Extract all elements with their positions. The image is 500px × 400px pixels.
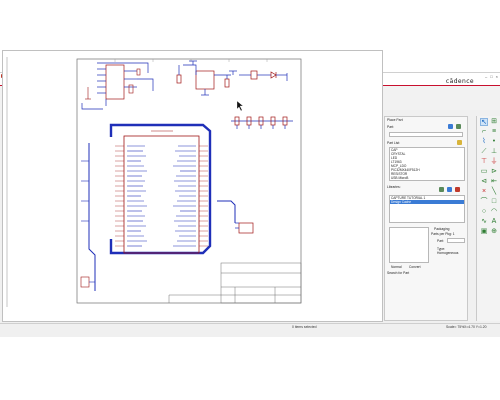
list-item[interactable]: USB MicroB — [390, 176, 464, 180]
place-part-panel: Place Part Part: Part List: CAP CRYSTAL … — [384, 116, 468, 321]
hierarchical-port-tool-icon[interactable]: ⊳ — [490, 168, 498, 176]
rectangle-tool-icon[interactable]: □ — [490, 198, 498, 206]
bus-entry-tool-icon[interactable]: ⟋ — [480, 148, 488, 156]
title-block — [168, 262, 302, 304]
part-list-label: Part List: — [387, 141, 401, 145]
close-button[interactable]: × — [496, 74, 498, 79]
part-input[interactable] — [389, 132, 463, 137]
polyline-tool-icon[interactable]: ⌒ — [480, 198, 488, 206]
search-for-part-toggle[interactable]: Search for Part — [387, 271, 409, 275]
zone-ticks — [114, 59, 268, 62]
panel-title: Place Part — [387, 118, 403, 122]
voltage-regulator — [176, 64, 231, 96]
refresh-icon[interactable] — [439, 187, 444, 192]
search-icon[interactable] — [456, 124, 461, 129]
bus-lines-thin — [88, 143, 236, 291]
libraries-label: Libraries: — [387, 185, 401, 189]
bus-tool-icon[interactable]: ⌇ — [480, 138, 488, 146]
add-library-icon[interactable] — [448, 124, 453, 129]
cursor-coordinates: X=4.70 Y=1.20 — [464, 325, 487, 329]
arc-tool-icon[interactable]: ◠ — [490, 208, 498, 216]
power-tool-icon[interactable]: ⊤ — [480, 158, 488, 166]
usb-connector — [97, 64, 137, 100]
schematic-drawing — [6, 57, 302, 307]
ieee-symbol-tool-icon[interactable]: ⊕ — [490, 228, 498, 236]
place-part-tool-icon[interactable]: ⊞ — [490, 118, 498, 126]
right-header — [235, 222, 254, 234]
library-item-selected[interactable]: Design Cache — [390, 200, 464, 204]
add-icon[interactable] — [447, 187, 452, 192]
hierarchical-block-tool-icon[interactable]: ▭ — [480, 168, 488, 176]
selection-status: 0 items selected — [292, 325, 317, 329]
part-number-input[interactable] — [447, 238, 465, 243]
packaging-label: Packaging — [434, 227, 450, 231]
bus-lines — [109, 123, 212, 255]
wire-tool-icon[interactable]: ⌐ — [480, 128, 488, 136]
minimize-button[interactable]: – — [485, 74, 487, 79]
top-left-wires — [81, 62, 154, 110]
left-decoupling — [80, 160, 95, 288]
microcontroller-pic32 — [115, 130, 208, 254]
part-preview — [389, 227, 429, 263]
ellipse-tool-icon[interactable]: ○ — [480, 208, 488, 216]
libraries-list[interactable]: CAPTURE TUTORIAL 1 Design Cache — [389, 195, 465, 223]
no-connect-tool-icon[interactable]: × — [480, 188, 488, 196]
mouse-cursor — [236, 100, 244, 112]
status-bar: 0 items selected Scale= 75% X=4.70 Y=1.2… — [0, 323, 500, 331]
off-page-connector-tool-icon[interactable]: ⇤ — [490, 178, 498, 186]
maximize-button[interactable]: □ — [490, 74, 492, 79]
junction-tool-icon[interactable]: • — [490, 138, 498, 146]
part-list[interactable]: CAP CRYSTAL LED LT1963 MCP_LDO PIC32MX44… — [389, 147, 465, 181]
draw-palette: ↖ ⊞ ⌐ ≡ ⌇ • ⟋ ⊥ ⊤ ⏚ ▭ ⊳ ⊲ ⇤ × ╲ ⌒ □ ○ ◠ … — [476, 116, 500, 321]
text-tool-icon[interactable]: A — [490, 218, 498, 226]
normal-option[interactable]: Normal — [391, 265, 402, 269]
led-circuit — [239, 70, 288, 81]
part-label: Part: — [387, 125, 394, 129]
cadence-logo: cādence — [445, 78, 474, 85]
crystal-cluster — [231, 116, 293, 129]
ground-tool-icon[interactable]: ⏚ — [490, 158, 498, 166]
net-group-tool-icon[interactable]: ≡ — [490, 128, 498, 136]
hierarchical-pin-tool-icon[interactable]: ⊲ — [480, 178, 488, 186]
net-alias-tool-icon[interactable]: ⊥ — [490, 148, 498, 156]
select-tool-icon[interactable]: ↖ — [480, 118, 488, 126]
image-tool-icon[interactable]: ▣ — [480, 228, 488, 236]
filter-icon[interactable] — [457, 140, 462, 145]
parts-per-pkg: Parts per Pkg: 1 — [431, 232, 455, 236]
convert-option[interactable]: Convert — [409, 265, 421, 269]
remove-icon[interactable] — [455, 187, 460, 192]
part-field-label: Part: — [437, 239, 444, 243]
type-label: Type: Homogeneous — [437, 247, 459, 255]
bezier-tool-icon[interactable]: ∿ — [480, 218, 488, 226]
line-tool-icon[interactable]: ╲ — [490, 188, 498, 196]
top-left-components — [85, 68, 141, 100]
schematic-canvas[interactable] — [2, 50, 383, 322]
zoom-scale: Scale= 75% — [446, 325, 465, 329]
